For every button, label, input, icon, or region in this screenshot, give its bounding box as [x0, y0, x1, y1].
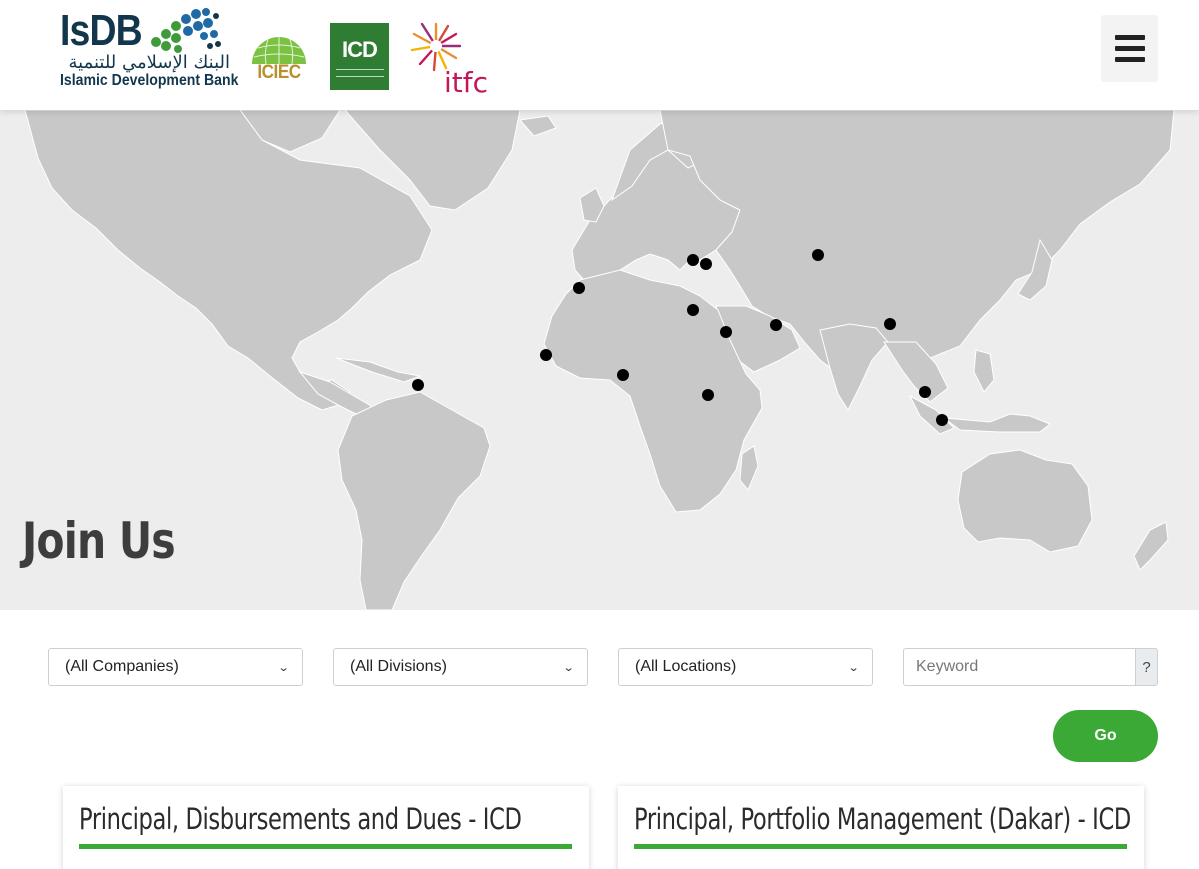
companies-select[interactable]: (All Companies) ⌄: [48, 648, 303, 686]
india: [819, 323, 889, 412]
companies-select-value: (All Companies): [65, 658, 179, 675]
iceland: [519, 115, 557, 137]
australia: [957, 449, 1093, 553]
chevron-down-icon: ⌄: [847, 661, 860, 674]
office-marker: [700, 258, 712, 270]
keyword-help-button[interactable]: ?: [1135, 648, 1158, 686]
locations-select-value: (All Locations): [635, 658, 737, 675]
iciec-logo[interactable]: ICIEC: [248, 26, 310, 86]
office-marker: [919, 386, 931, 398]
divisions-select-value: (All Divisions): [350, 658, 447, 675]
office-marker: [687, 304, 699, 316]
office-marker: [936, 414, 948, 426]
office-marker: [540, 349, 552, 361]
menu-bar: [1114, 46, 1145, 51]
job-title-underline: [79, 844, 572, 849]
chevron-down-icon: ⌄: [562, 661, 575, 674]
page-title: Join Us: [22, 512, 176, 570]
madagascar: [739, 445, 759, 491]
menu-bar: [1114, 35, 1145, 40]
icd-wordmark: ICD: [342, 37, 378, 62]
isdb-arabic-name: البنك الإسلامي للتنمية: [68, 52, 231, 73]
world-map: [24, 110, 1175, 610]
office-marker: [617, 369, 629, 381]
isdb-english-name: Islamic Development Bank: [60, 72, 239, 89]
iciec-wordmark: ICIEC: [257, 62, 301, 83]
keyword-search-group: ?: [903, 648, 1158, 686]
site-header: IsDB البنك الإسلامي للتنمية Islamic Deve…: [0, 0, 1199, 110]
job-title[interactable]: Principal, Disbursements and Dues - ICD: [79, 802, 522, 836]
office-marker: [412, 379, 424, 391]
new-zealand: [1133, 521, 1169, 571]
icd-subtitle-rule: [336, 69, 384, 77]
isdb-wordmark: IsDB: [60, 6, 143, 55]
locations-select[interactable]: (All Locations) ⌄: [618, 648, 873, 686]
hero-world-map: Join Us: [0, 110, 1199, 610]
office-marker: [812, 249, 824, 261]
iciec-globe-icon: [252, 37, 306, 65]
office-marker: [720, 326, 732, 338]
chevron-down-icon: ⌄: [277, 661, 290, 674]
office-marker: [770, 319, 782, 331]
menu-bar: [1114, 57, 1145, 62]
itfc-wordmark: itfc: [444, 66, 489, 99]
philippines: [973, 349, 995, 393]
hamburger-menu-icon[interactable]: [1101, 15, 1158, 82]
icd-logo[interactable]: ICD: [330, 23, 389, 90]
office-marker: [687, 254, 699, 266]
isdb-globe-icon: [151, 8, 221, 53]
job-title-underline: [634, 844, 1127, 849]
south-america: [337, 391, 491, 610]
keyword-input[interactable]: [903, 648, 1135, 686]
go-button[interactable]: Go: [1053, 710, 1158, 762]
caribbean: [335, 357, 422, 383]
job-card[interactable]: Principal, Portfolio Management (Dakar) …: [618, 786, 1144, 869]
office-marker: [573, 282, 585, 294]
divisions-select[interactable]: (All Divisions) ⌄: [333, 648, 588, 686]
itfc-logo[interactable]: itfc: [408, 20, 492, 99]
office-marker: [884, 318, 896, 330]
job-title[interactable]: Principal, Portfolio Management (Dakar) …: [634, 802, 1131, 836]
office-marker: [702, 389, 714, 401]
isdb-logo[interactable]: IsDB البنك الإسلامي للتنمية Islamic Deve…: [60, 2, 240, 97]
job-card[interactable]: Principal, Disbursements and Dues - ICD: [63, 786, 589, 869]
